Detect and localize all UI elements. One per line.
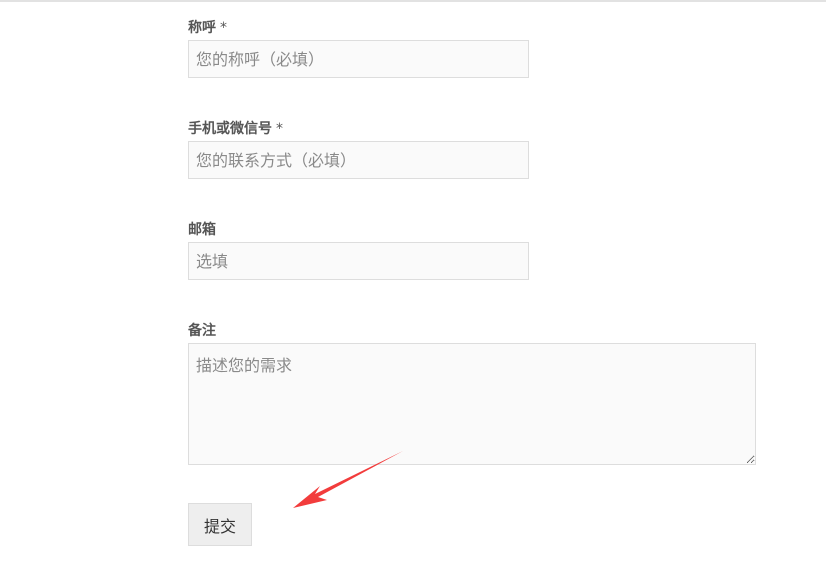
arrow-icon: [293, 451, 403, 508]
red-arrow-annotation: [293, 451, 403, 508]
